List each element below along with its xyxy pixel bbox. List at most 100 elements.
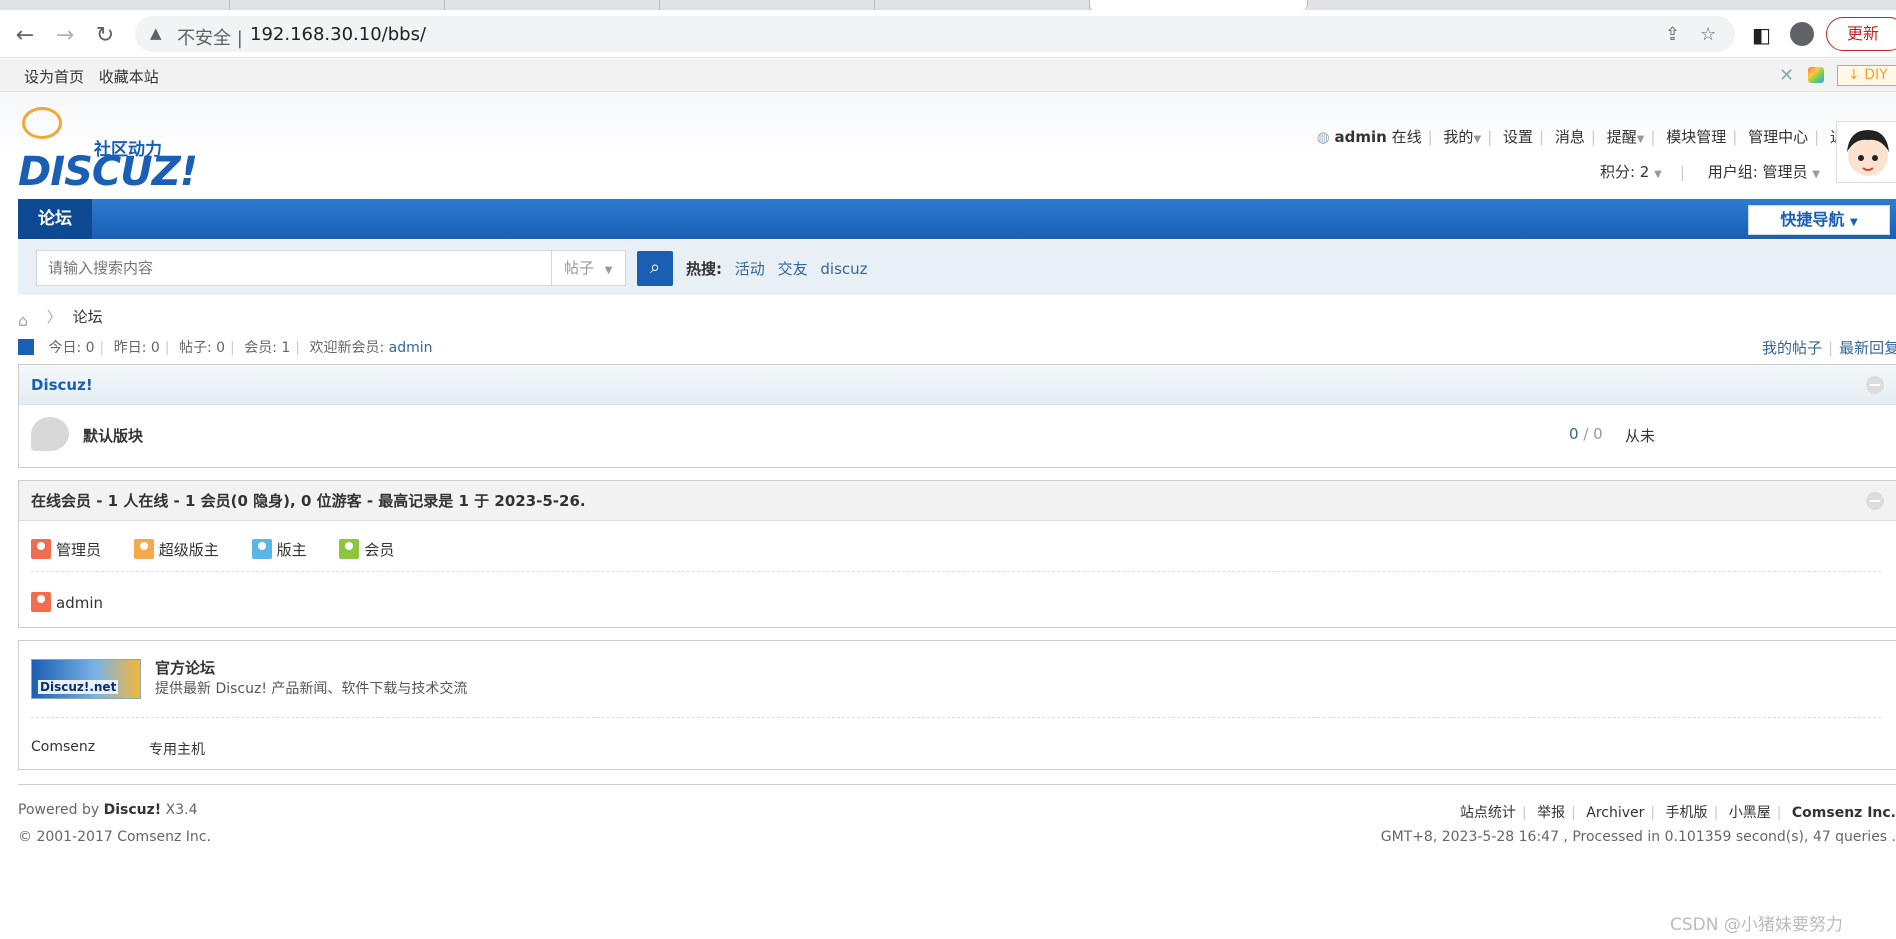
collapse-icon[interactable] — [1866, 376, 1884, 394]
footer-divider — [18, 784, 1896, 785]
warning-icon[interactable]: ▲ — [150, 24, 162, 42]
browser-tab-active[interactable] — [1090, 0, 1308, 10]
member-legend: 管理员 超级版主 版主 会员 — [31, 539, 422, 560]
text-link[interactable]: 专用主机 — [149, 739, 205, 759]
watermark: CSDN @小猪妹要努力 — [1670, 915, 1843, 935]
divider — [31, 717, 1881, 718]
menu-my[interactable]: 我的 — [1443, 128, 1473, 146]
credits-link[interactable]: 积分: 2 — [1600, 163, 1649, 181]
site-header: 社区动力 DISCUZ! ◍ admin 在线 | 我的▼ | 设置 | 消息 | 提醒… — [0, 93, 1896, 198]
footer-link-blackroom[interactable]: 小黑屋 — [1729, 805, 1771, 821]
footer-link-mobile[interactable]: 手机版 — [1666, 805, 1708, 821]
address-bar[interactable]: ▲ 不安全 | 192.168.30.10/bbs/ ⇪ ☆ — [135, 16, 1735, 52]
footer-link-report[interactable]: 举报 — [1537, 805, 1565, 821]
latest-reply-link[interactable]: 最新回复 — [1839, 339, 1896, 357]
legend-label: 管理员 — [56, 541, 102, 559]
legend-label: 超级版主 — [158, 541, 219, 559]
online-members: 在线会员 - 1 人在线 - 1 会员(0 隐身), 0 位游客 - 最高记录是… — [18, 480, 1896, 628]
legend-item: 超级版主 — [133, 539, 219, 559]
main-nav: 论坛 快捷导航 ▼ — [18, 199, 1896, 239]
update-button[interactable]: 更新 — [1826, 17, 1896, 51]
powered-by: Powered by Discuz! X3.4 — [18, 802, 197, 818]
update-label: 更新 — [1847, 24, 1880, 43]
logo-bubble-icon — [22, 107, 62, 139]
legend-label: 版主 — [276, 541, 307, 559]
powered-brand[interactable]: Discuz! — [104, 802, 162, 818]
set-homepage-link[interactable]: 设为首页 — [24, 68, 84, 86]
bookmark-site-link[interactable]: 收藏本站 — [99, 68, 159, 86]
browser-tab[interactable] — [660, 0, 875, 10]
bookmark-star-icon[interactable]: ☆ — [1700, 24, 1716, 45]
new-member-link[interactable]: admin — [389, 340, 433, 356]
my-posts-link[interactable]: 我的帖子 — [1762, 339, 1822, 357]
legend-item: 会员 — [339, 539, 395, 559]
online-user[interactable]: admin — [31, 592, 103, 612]
avatar[interactable] — [1836, 121, 1896, 183]
forward-icon[interactable]: → — [52, 22, 78, 48]
forum-thread-count: 0 — [1569, 425, 1579, 443]
menu-messages[interactable]: 消息 — [1555, 128, 1585, 146]
legend-label: 会员 — [364, 541, 395, 559]
profile-icon[interactable] — [1790, 22, 1814, 46]
browser-tab[interactable] — [230, 0, 445, 10]
welcome-text: 欢迎新会员: — [309, 340, 385, 356]
switch-width-icon[interactable]: ✕ — [1779, 65, 1794, 86]
footer-link-archiver[interactable]: Archiver — [1586, 805, 1644, 821]
category-title[interactable]: Discuz! — [31, 376, 93, 394]
footer-link-stats[interactable]: 站点统计 — [1460, 805, 1516, 821]
menu-reminders[interactable]: 提醒 — [1607, 128, 1637, 146]
super-mod-user-icon — [133, 539, 154, 559]
share-icon[interactable]: ⇪ — [1665, 24, 1680, 45]
footer-company[interactable]: Comsenz Inc. — [1792, 805, 1896, 821]
reload-icon[interactable]: ↻ — [92, 22, 118, 48]
diy-label: DIY — [1864, 67, 1888, 83]
browser-tab[interactable] — [875, 0, 1090, 10]
copyright: © 2001-2017 Comsenz Inc. — [18, 829, 211, 845]
breadcrumb-current[interactable]: 论坛 — [73, 308, 103, 326]
discuz-net-banner[interactable]: Discuz!.net — [31, 659, 141, 699]
browser-tab[interactable] — [445, 0, 660, 10]
hot-search-label: 热搜: — [686, 260, 722, 278]
banner-text: Discuz!.net — [38, 680, 119, 694]
username-link[interactable]: admin — [1334, 128, 1386, 146]
forum-counts: 0 / 0 — [1569, 425, 1603, 443]
user-info: 积分: 2 ▼ | 用户组: 管理员 ▼ — [1599, 163, 1820, 181]
hot-search-term[interactable]: 交友 — [778, 260, 808, 278]
collapse-icon[interactable] — [1866, 492, 1884, 510]
forum-bubble-icon — [31, 417, 69, 451]
hot-search-term[interactable]: 活动 — [735, 260, 765, 278]
menu-admin-center[interactable]: 管理中心 — [1748, 128, 1808, 146]
user-icon: ◍ — [1316, 128, 1330, 146]
text-link[interactable]: Comsenz — [31, 739, 95, 755]
forum-name[interactable]: 默认版块 — [83, 425, 143, 446]
menu-module-admin[interactable]: 模块管理 — [1666, 128, 1726, 146]
online-header: 在线会员 - 1 人在线 - 1 会员(0 隐身), 0 位游客 - 最高记录是… — [19, 481, 1896, 521]
site-logo[interactable]: DISCUZ! — [18, 149, 198, 195]
usergroup-link[interactable]: 用户组: 管理员 — [1708, 163, 1808, 181]
search-button[interactable]: ⌕ — [637, 251, 673, 286]
security-label[interactable]: 不安全 | — [177, 24, 243, 50]
link-title[interactable]: 官方论坛 — [155, 657, 215, 678]
hot-search-term[interactable]: discuz — [820, 260, 867, 278]
footer-links: 站点统计 | 举报 | Archiver | 手机版 | 小黑屋 | Comsenz In… — [1459, 805, 1896, 821]
diy-button[interactable]: ↓ DIY — [1837, 65, 1896, 86]
search-type-select[interactable]: 帖子 ▼ — [552, 250, 626, 286]
browser-tab[interactable] — [0, 0, 230, 10]
stat-members: 会员: 1 — [244, 340, 291, 356]
online-username[interactable]: admin — [56, 594, 103, 612]
online-status[interactable]: 在线 — [1392, 128, 1422, 146]
side-panel-icon[interactable]: ◧ — [1752, 23, 1771, 47]
nav-item-forum[interactable]: 论坛 — [18, 199, 92, 239]
member-user-icon — [339, 539, 360, 559]
stat-yesterday: 昨日: 0 — [113, 340, 160, 356]
quick-nav-button[interactable]: 快捷导航 ▼ — [1748, 205, 1890, 235]
forum-row: 默认版块 0 / 0 从未 — [19, 405, 1896, 465]
browser-toolbar: ← → ↻ ▲ 不安全 | 192.168.30.10/bbs/ ⇪ ☆ ◧ 更… — [0, 10, 1896, 58]
stat-today: 今日: 0 — [48, 340, 95, 356]
menu-settings[interactable]: 设置 — [1503, 128, 1533, 146]
search-input[interactable] — [36, 250, 552, 286]
url-text[interactable]: 192.168.30.10/bbs/ — [250, 24, 426, 45]
color-theme-icon[interactable] — [1808, 67, 1824, 83]
back-icon[interactable]: ← — [12, 22, 38, 48]
home-icon[interactable]: ⌂ — [18, 311, 36, 330]
